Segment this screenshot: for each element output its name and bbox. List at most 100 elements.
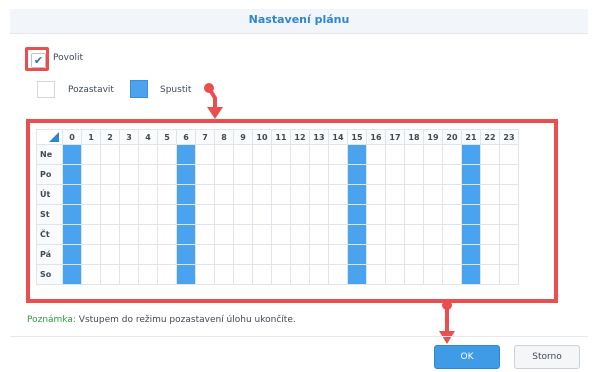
hour-label[interactable]: 8: [214, 129, 234, 145]
day-label[interactable]: Po: [36, 164, 63, 185]
schedule-cell-pause[interactable]: [157, 264, 177, 285]
schedule-cell-pause[interactable]: [157, 144, 177, 165]
schedule-cell-run[interactable]: [176, 144, 196, 165]
schedule-cell-pause[interactable]: [195, 204, 215, 225]
schedule-cell-pause[interactable]: [100, 144, 120, 165]
schedule-cell-pause[interactable]: [233, 184, 253, 205]
schedule-cell-pause[interactable]: [328, 144, 348, 165]
schedule-cell-pause[interactable]: [157, 244, 177, 265]
day-label[interactable]: Út: [36, 184, 63, 205]
schedule-cell-pause[interactable]: [252, 244, 272, 265]
schedule-cell-pause[interactable]: [290, 224, 310, 245]
schedule-cell-pause[interactable]: [233, 264, 253, 285]
schedule-cell-pause[interactable]: [328, 224, 348, 245]
schedule-cell-pause[interactable]: [423, 204, 443, 225]
hour-label[interactable]: 6: [176, 129, 196, 145]
schedule-cell-pause[interactable]: [119, 144, 139, 165]
schedule-cell-pause[interactable]: [100, 224, 120, 245]
legend-run-swatch[interactable]: [130, 80, 148, 98]
schedule-cell-run[interactable]: [461, 264, 481, 285]
schedule-cell-run[interactable]: [461, 244, 481, 265]
schedule-cell-pause[interactable]: [214, 184, 234, 205]
hour-label[interactable]: 5: [157, 129, 177, 145]
schedule-cell-pause[interactable]: [385, 204, 405, 225]
schedule-cell-run[interactable]: [62, 244, 82, 265]
schedule-cell-pause[interactable]: [195, 244, 215, 265]
ok-button[interactable]: OK: [434, 345, 500, 369]
schedule-cell-pause[interactable]: [233, 204, 253, 225]
schedule-cell-pause[interactable]: [404, 224, 424, 245]
schedule-cell-pause[interactable]: [366, 164, 386, 185]
schedule-cell-pause[interactable]: [442, 204, 462, 225]
schedule-cell-pause[interactable]: [195, 164, 215, 185]
hour-label[interactable]: 0: [62, 129, 82, 145]
schedule-cell-pause[interactable]: [309, 244, 329, 265]
schedule-cell-pause[interactable]: [100, 204, 120, 225]
schedule-cell-run[interactable]: [176, 244, 196, 265]
schedule-cell-pause[interactable]: [423, 184, 443, 205]
schedule-cell-pause[interactable]: [157, 164, 177, 185]
schedule-cell-pause[interactable]: [252, 224, 272, 245]
schedule-cell-pause[interactable]: [252, 264, 272, 285]
schedule-cell-pause[interactable]: [480, 164, 500, 185]
schedule-cell-pause[interactable]: [271, 164, 291, 185]
schedule-cell-run[interactable]: [62, 184, 82, 205]
schedule-cell-run[interactable]: [461, 224, 481, 245]
schedule-cell-pause[interactable]: [81, 244, 101, 265]
day-label[interactable]: Čt: [36, 224, 63, 245]
schedule-cell-run[interactable]: [176, 224, 196, 245]
schedule-cell-pause[interactable]: [366, 244, 386, 265]
schedule-cell-run[interactable]: [62, 224, 82, 245]
schedule-cell-pause[interactable]: [480, 204, 500, 225]
schedule-cell-pause[interactable]: [309, 204, 329, 225]
schedule-cell-pause[interactable]: [138, 244, 158, 265]
schedule-cell-pause[interactable]: [81, 224, 101, 245]
schedule-cell-pause[interactable]: [385, 224, 405, 245]
schedule-cell-pause[interactable]: [423, 264, 443, 285]
schedule-cell-pause[interactable]: [480, 184, 500, 205]
schedule-cell-pause[interactable]: [290, 204, 310, 225]
schedule-cell-pause[interactable]: [252, 184, 272, 205]
schedule-cell-pause[interactable]: [119, 224, 139, 245]
schedule-cell-pause[interactable]: [309, 184, 329, 205]
cancel-button[interactable]: Storno: [514, 345, 580, 369]
hour-label[interactable]: 11: [271, 129, 291, 145]
schedule-cell-pause[interactable]: [119, 184, 139, 205]
schedule-cell-run[interactable]: [176, 264, 196, 285]
schedule-cell-pause[interactable]: [290, 164, 310, 185]
schedule-cell-pause[interactable]: [499, 224, 519, 245]
schedule-cell-pause[interactable]: [442, 224, 462, 245]
legend-pause-swatch[interactable]: [37, 81, 55, 98]
hour-label[interactable]: 19: [423, 129, 443, 145]
schedule-cell-pause[interactable]: [138, 164, 158, 185]
schedule-cell-run[interactable]: [176, 204, 196, 225]
schedule-cell-pause[interactable]: [442, 244, 462, 265]
schedule-cell-pause[interactable]: [252, 204, 272, 225]
schedule-cell-pause[interactable]: [81, 184, 101, 205]
day-label[interactable]: Ne: [36, 144, 63, 165]
schedule-cell-pause[interactable]: [404, 244, 424, 265]
schedule-cell-pause[interactable]: [366, 224, 386, 245]
schedule-cell-pause[interactable]: [442, 184, 462, 205]
schedule-cell-pause[interactable]: [271, 144, 291, 165]
schedule-cell-pause[interactable]: [252, 144, 272, 165]
schedule-cell-pause[interactable]: [252, 164, 272, 185]
schedule-cell-pause[interactable]: [404, 264, 424, 285]
schedule-cell-pause[interactable]: [157, 204, 177, 225]
schedule-cell-pause[interactable]: [157, 184, 177, 205]
schedule-cell-pause[interactable]: [214, 204, 234, 225]
schedule-cell-run[interactable]: [347, 224, 367, 245]
schedule-cell-pause[interactable]: [423, 164, 443, 185]
enable-checkbox[interactable]: ✔: [31, 53, 46, 68]
schedule-cell-pause[interactable]: [404, 184, 424, 205]
select-all-corner[interactable]: [36, 129, 63, 145]
schedule-cell-run[interactable]: [176, 164, 196, 185]
schedule-cell-run[interactable]: [347, 144, 367, 165]
schedule-cell-pause[interactable]: [423, 244, 443, 265]
schedule-cell-pause[interactable]: [81, 164, 101, 185]
hour-label[interactable]: 14: [328, 129, 348, 145]
schedule-cell-pause[interactable]: [195, 224, 215, 245]
hour-label[interactable]: 3: [119, 129, 139, 145]
schedule-cell-pause[interactable]: [81, 144, 101, 165]
schedule-cell-pause[interactable]: [100, 264, 120, 285]
